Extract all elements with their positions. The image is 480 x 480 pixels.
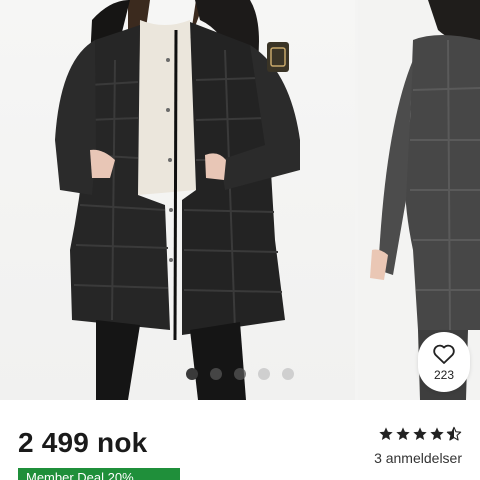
rating-stars xyxy=(352,426,462,444)
carousel-dot-5[interactable] xyxy=(282,368,294,380)
member-deal-badge: Member Deal 20% xyxy=(18,468,180,480)
product-image-carousel[interactable]: 223 xyxy=(0,0,480,400)
favorite-button[interactable]: 223 xyxy=(418,332,470,392)
product-image-main[interactable] xyxy=(0,0,355,400)
carousel-pagination xyxy=(186,367,294,381)
carousel-dot-3[interactable] xyxy=(234,368,246,380)
product-rating[interactable]: 3 anmeldelser xyxy=(352,426,462,466)
carousel-dot-1[interactable] xyxy=(186,368,198,380)
carousel-dot-4[interactable] xyxy=(258,368,270,380)
product-page: 223 2 499 nok 3 anmeldelser Member Deal … xyxy=(0,0,480,480)
reviews-count-link[interactable]: 3 anmeldelser xyxy=(352,450,462,466)
carousel-dot-2[interactable] xyxy=(210,368,222,380)
star-half-icon xyxy=(446,426,462,441)
model-in-black-parka-image xyxy=(55,0,300,400)
star-filled-icon xyxy=(396,427,410,440)
star-filled-icon xyxy=(413,427,427,440)
heart-outline-icon xyxy=(433,344,455,364)
star-filled-icon xyxy=(379,427,393,440)
favorites-count: 223 xyxy=(433,367,455,382)
star-filled-icon xyxy=(430,427,444,440)
product-price: 2 499 nok xyxy=(18,427,148,458)
